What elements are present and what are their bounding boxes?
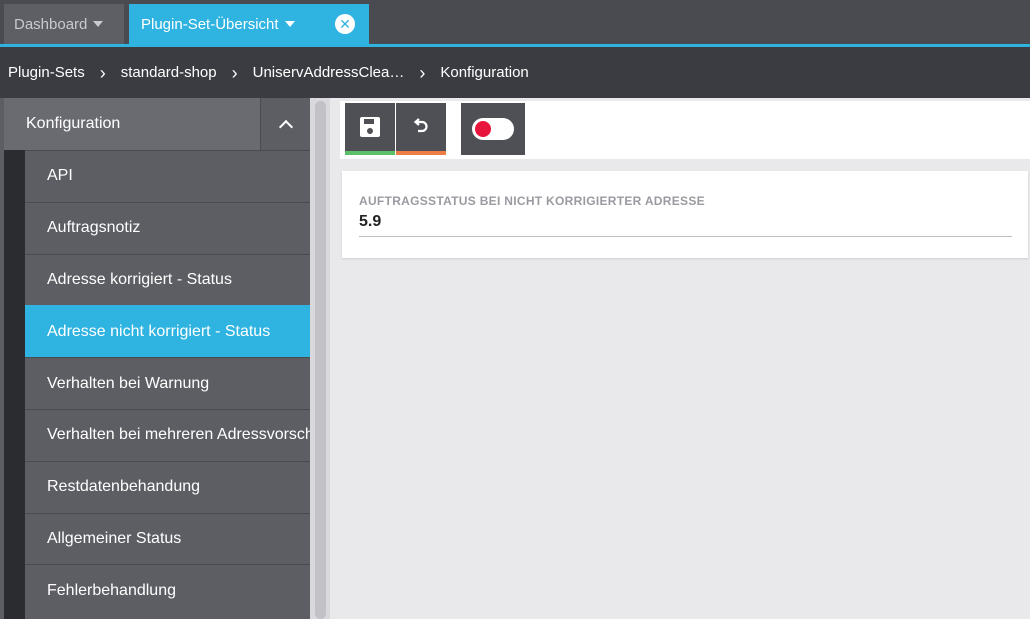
caret-down-icon[interactable] bbox=[284, 21, 295, 27]
sidebar-item-adresse-nicht-korrigiert[interactable]: Adresse nicht korrigiert - Status bbox=[25, 305, 310, 358]
save-icon bbox=[360, 117, 380, 137]
caret-down-icon[interactable] bbox=[93, 21, 104, 27]
sidebar-item-restdaten[interactable]: Restdatenbehandung bbox=[25, 460, 310, 513]
tab-bar: Dashboard Plugin-Set-Übersicht ✕ bbox=[0, 0, 1030, 44]
scrollbar[interactable] bbox=[315, 101, 326, 619]
order-status-field[interactable]: 5.9 bbox=[359, 213, 381, 231]
chevron-right-icon: › bbox=[231, 62, 238, 83]
sidebar-item-label: Adresse nicht korrigiert - Status bbox=[47, 322, 271, 340]
save-button[interactable] bbox=[345, 103, 395, 155]
sidebar-title: Konfiguration bbox=[26, 115, 121, 132]
sidebar-item-verhalten-mehrere[interactable]: Verhalten bei mehreren Adressvorschlägen bbox=[25, 408, 310, 461]
sidebar-item-label: API bbox=[47, 167, 73, 185]
sidebar-item-label: Adresse korrigiert - Status bbox=[47, 270, 232, 288]
breadcrumb: Plugin-Sets › standard-shop › UniservAdd… bbox=[0, 47, 1030, 98]
field-underline bbox=[359, 236, 1012, 237]
tab-plugin-set-label: Plugin-Set-Übersicht bbox=[141, 15, 279, 33]
sidebar-rail bbox=[4, 150, 25, 619]
breadcrumb-plugin[interactable]: UniservAddressClea… bbox=[253, 64, 405, 81]
chevron-right-icon: › bbox=[99, 62, 106, 83]
breadcrumb-configuration: Konfiguration bbox=[440, 64, 529, 81]
collapse-button[interactable] bbox=[260, 98, 310, 150]
active-toggle-button[interactable] bbox=[461, 103, 525, 155]
tab-plugin-set-overview[interactable]: Plugin-Set-Übersicht ✕ bbox=[129, 4, 369, 44]
sidebar-item-label: Verhalten bei Warnung bbox=[47, 374, 210, 392]
sidebar-item-fehlerbehandlung[interactable]: Fehlerbehandlung bbox=[25, 564, 310, 617]
close-icon[interactable]: ✕ bbox=[335, 14, 355, 34]
tab-dashboard[interactable]: Dashboard bbox=[4, 4, 124, 44]
toolbar bbox=[340, 101, 1030, 159]
sidebar-list: API Auftragsnotiz Adresse korrigiert - S… bbox=[25, 150, 310, 617]
sidebar-header[interactable]: Konfiguration bbox=[4, 98, 310, 150]
field-label: AUFTRAGSSTATUS BEI NICHT KORRIGIERTER AD… bbox=[359, 194, 705, 208]
undo-button[interactable] bbox=[396, 103, 446, 155]
sidebar-item-adresse-korrigiert[interactable]: Adresse korrigiert - Status bbox=[25, 253, 310, 306]
undo-icon bbox=[413, 118, 428, 133]
sidebar-item-api[interactable]: API bbox=[25, 150, 310, 202]
config-card: AUFTRAGSSTATUS BEI NICHT KORRIGIERTER AD… bbox=[342, 171, 1028, 258]
tab-dashboard-label: Dashboard bbox=[14, 15, 88, 33]
sidebar-item-auftragsnotiz[interactable]: Auftragsnotiz bbox=[25, 201, 310, 254]
sidebar-item-verhalten-warnung[interactable]: Verhalten bei Warnung bbox=[25, 357, 310, 409]
sidebar-item-label: Allgemeiner Status bbox=[47, 529, 182, 547]
chevron-right-icon: › bbox=[419, 62, 426, 83]
breadcrumb-plugin-sets[interactable]: Plugin-Sets bbox=[8, 64, 85, 81]
sidebar-item-label: Auftragsnotiz bbox=[47, 219, 141, 237]
sidebar-item-label: Fehlerbehandlung bbox=[47, 581, 176, 599]
sidebar-item-label: Verhalten bei mehreren Adressvorschlägen bbox=[47, 426, 310, 444]
sidebar-item-allgemeiner-status[interactable]: Allgemeiner Status bbox=[25, 512, 310, 565]
sidebar-item-label: Restdatenbehandung bbox=[47, 478, 201, 496]
sidebar: Konfiguration API Auftragsnotiz Adresse … bbox=[0, 98, 310, 619]
toggle-icon bbox=[472, 118, 514, 140]
chevron-up-icon bbox=[278, 119, 293, 134]
breadcrumb-standard-shop[interactable]: standard-shop bbox=[121, 64, 217, 81]
